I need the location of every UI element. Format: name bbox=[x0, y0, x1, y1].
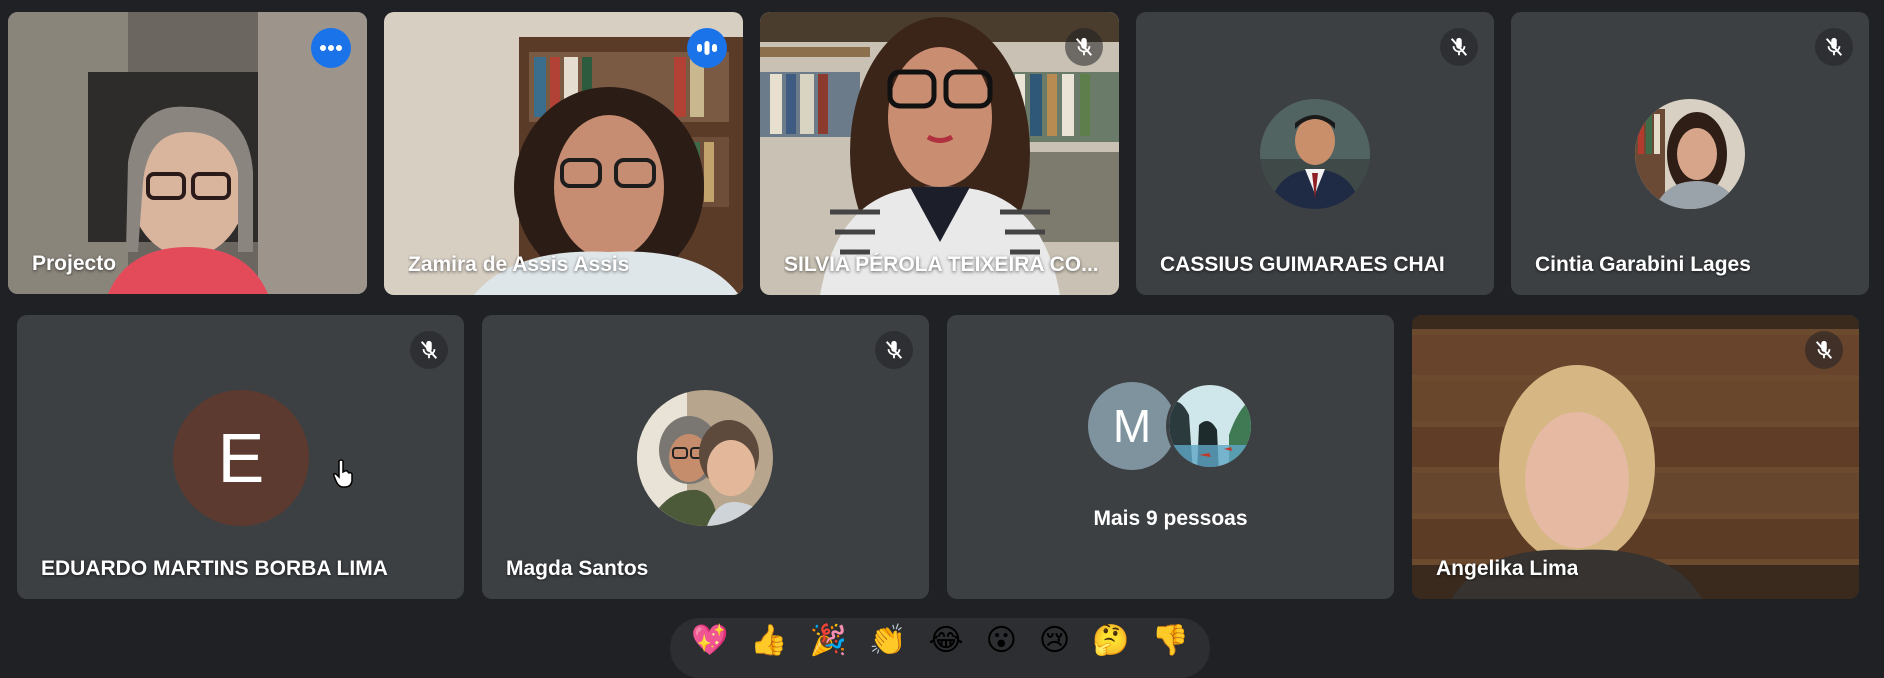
more-options-button[interactable] bbox=[311, 28, 351, 68]
participant-name: CASSIUS GUIMARAES CHAI bbox=[1160, 253, 1445, 276]
mouse-cursor-icon bbox=[333, 459, 353, 488]
participant-name: EDUARDO MARTINS BORBA LIMA bbox=[41, 557, 388, 580]
reaction-clap-button[interactable]: 👏 bbox=[869, 626, 906, 656]
avatar-letter: E bbox=[217, 419, 265, 497]
participant-name: Zamira de Assis Assis bbox=[408, 253, 630, 276]
more-participants-label: Mais 9 pessoas bbox=[1093, 507, 1248, 530]
avatar: M bbox=[1088, 382, 1176, 470]
reaction-thumbs-up-button[interactable]: 👍 bbox=[750, 626, 787, 656]
mic-off-indicator bbox=[875, 331, 913, 369]
mic-off-icon bbox=[1815, 340, 1833, 359]
participant-tile-magda[interactable]: Magda Santos bbox=[482, 315, 929, 599]
mic-off-indicator bbox=[1815, 28, 1853, 66]
mic-off-icon bbox=[885, 340, 903, 359]
reaction-surprised-button[interactable]: 😮 bbox=[986, 626, 1017, 656]
more-options-icon bbox=[320, 45, 342, 51]
overflow-tile[interactable]: M Mais 9 pessoas bbox=[947, 315, 1394, 599]
audio-level-icon bbox=[697, 41, 717, 55]
mic-off-icon bbox=[1075, 37, 1093, 56]
mic-off-icon bbox=[1450, 37, 1468, 56]
participant-tile-zamira[interactable]: Zamira de Assis Assis bbox=[384, 12, 743, 295]
avatar bbox=[1260, 99, 1370, 209]
participant-tile-angelika[interactable]: Angelika Lima bbox=[1412, 315, 1859, 599]
mic-off-icon bbox=[420, 340, 438, 359]
mic-off-indicator bbox=[1065, 28, 1103, 66]
participant-tile-cintia[interactable]: Cintia Garabini Lages bbox=[1511, 12, 1869, 295]
participant-tile-eduardo[interactable]: E EDUARDO MARTINS BORBA LIMA bbox=[17, 315, 464, 599]
avatar bbox=[1166, 382, 1254, 470]
reaction-laugh-button[interactable]: 😂 bbox=[929, 626, 964, 656]
participant-name: SILVIA PÉROLA TEIXEIRA CO... bbox=[784, 253, 1099, 276]
participant-tile-projecto[interactable]: Projecto bbox=[8, 12, 367, 294]
reaction-sad-button[interactable]: 😢 bbox=[1039, 626, 1070, 656]
participant-name: Projecto bbox=[32, 252, 117, 275]
mic-off-indicator bbox=[1440, 28, 1478, 66]
reaction-thinking-button[interactable]: 🤔 bbox=[1092, 626, 1129, 656]
avatar: E bbox=[173, 390, 309, 526]
avatar bbox=[637, 390, 773, 526]
mic-off-indicator bbox=[1805, 331, 1843, 369]
reaction-party-button[interactable]: 🎉 bbox=[810, 626, 847, 656]
participant-name: Magda Santos bbox=[506, 557, 649, 580]
participant-name: Cintia Garabini Lages bbox=[1535, 253, 1751, 276]
avatar bbox=[1635, 99, 1745, 209]
mic-off-indicator bbox=[410, 331, 448, 369]
reactions-bar: 💖 👍 🎉 👏 😂 😮 😢 🤔 👎 bbox=[670, 618, 1210, 678]
reaction-thumbs-down-button[interactable]: 👎 bbox=[1152, 626, 1189, 656]
participant-name: Angelika Lima bbox=[1436, 557, 1579, 580]
mic-off-icon bbox=[1825, 37, 1843, 56]
avatar-letter: M bbox=[1112, 400, 1152, 452]
participant-tile-silvia[interactable]: SILVIA PÉROLA TEIXEIRA CO... bbox=[760, 12, 1119, 295]
speaking-indicator bbox=[687, 28, 727, 68]
participant-tile-cassius[interactable]: CASSIUS GUIMARAES CHAI bbox=[1136, 12, 1494, 295]
reaction-sparkling-heart-button[interactable]: 💖 bbox=[691, 626, 728, 656]
